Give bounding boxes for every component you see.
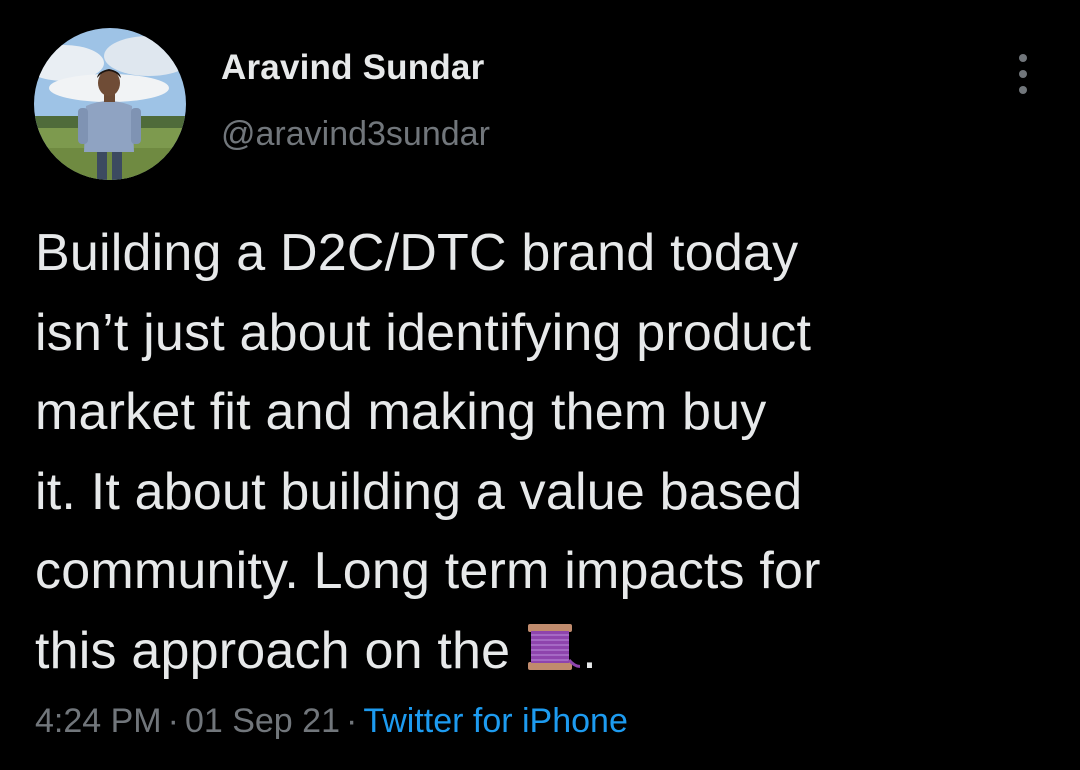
more-dot-2	[1019, 70, 1027, 78]
meta-separator: ·	[167, 702, 179, 740]
more-dot-1	[1019, 54, 1027, 62]
tweet-date[interactable]: 01 Sep 21	[185, 702, 340, 740]
tweet-line-4: it. It about building a value based	[35, 462, 803, 521]
tweet-text: Building a D2C/DTC brand today isn’t jus…	[35, 214, 1055, 701]
tweet-line-6-punct: .	[582, 621, 597, 680]
author-handle[interactable]: @aravind3sundar	[221, 115, 490, 154]
tweet-time[interactable]: 4:24 PM	[35, 702, 162, 740]
tweet-line-1: Building a D2C/DTC brand today	[35, 224, 799, 282]
avatar-photo	[34, 28, 186, 180]
more-options-icon[interactable]	[1008, 54, 1038, 94]
tweet-line-6: this approach on the .	[35, 612, 1055, 702]
tweet-card: Aravind Sundar @aravind3sundar Building …	[0, 0, 1080, 770]
tweet-line-6-text: this approach on the	[35, 621, 511, 680]
tweet-line-3: market fit and making them buy	[35, 383, 767, 441]
meta-separator: ·	[345, 702, 358, 740]
tweet-meta: 4:24 PM · 01 Sep 21 · Twitter for iPhone	[35, 702, 628, 741]
more-dot-3	[1019, 86, 1027, 94]
tweet-source-link[interactable]: Twitter for iPhone	[363, 702, 628, 740]
tweet-line-5: community. Long term impacts for	[35, 542, 821, 600]
author-display-name[interactable]: Aravind Sundar	[221, 48, 484, 88]
spool-of-thread-icon	[520, 618, 583, 702]
tweet-line-2: isn’t just about identifying product	[35, 303, 812, 362]
avatar[interactable]	[34, 28, 186, 180]
